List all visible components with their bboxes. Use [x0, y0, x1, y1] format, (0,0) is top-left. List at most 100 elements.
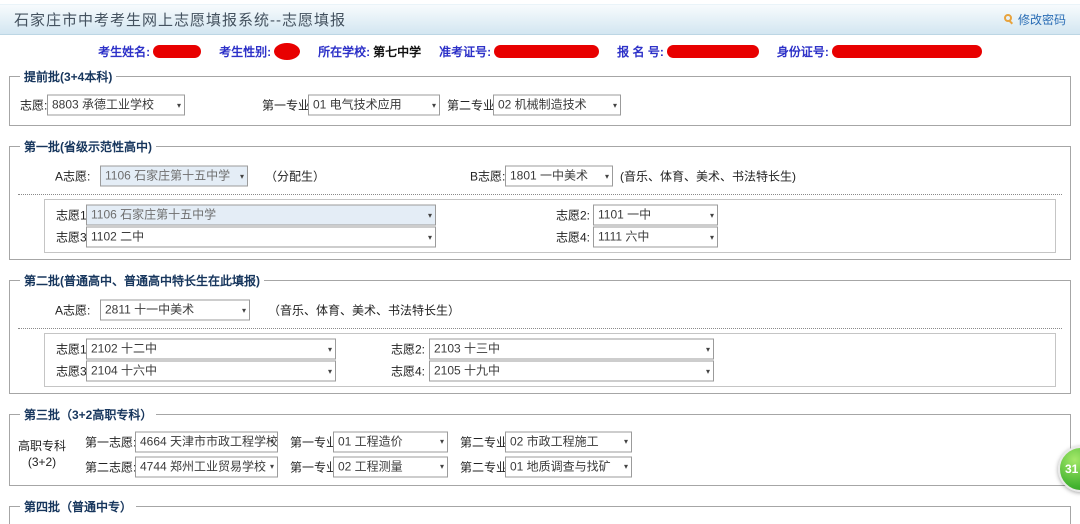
second-wish-select[interactable]: 4744 郑州工业贸易学校 ▾	[135, 456, 278, 477]
redaction-mark	[153, 45, 201, 58]
advance-wish-value: 8803 承德工业学校	[48, 96, 184, 115]
key-icon	[1004, 14, 1015, 25]
first-batch-legend: 第一批(省级示范性高中)	[20, 138, 156, 155]
second-batch-a-row: A志愿: 2811 十一中美术 ▾ （音乐、体育、美术、书法特长生）	[16, 295, 1064, 325]
title-bar: 石家庄市中考考生网上志愿填报系统--志愿填报 修改密码	[0, 4, 1080, 35]
wish-row-1: 志愿1: 1106 石家庄第十五中学 ▾ 志愿2: 1101 一中 ▾	[45, 204, 1055, 226]
wish1-select[interactable]: 2102 十二中 ▾	[86, 339, 336, 360]
wish3-select[interactable]: 1102 二中 ▾	[86, 227, 436, 248]
first-wish-value: 4664 天津市市政工程学校	[136, 432, 277, 451]
fourth-batch-section: 第四批（普通中专） 普通中专 志愿: 4204 辽宁省大连市轻工业学校 ▾ 第一…	[9, 498, 1071, 524]
chevron-down-icon: ▾	[328, 345, 332, 354]
advance-major1-value: 01 电气技术应用	[309, 96, 439, 115]
wish1-value: 1106 石家庄第十五中学	[87, 206, 435, 225]
wish2-label: 志愿2:	[391, 341, 425, 358]
advance-major2-select[interactable]: 02 机械制造技术 ▾	[493, 95, 621, 116]
wish4-select[interactable]: 1111 六中 ▾	[593, 227, 718, 248]
wish3-label: 志愿3:	[56, 363, 90, 380]
chevron-down-icon: ▾	[440, 462, 444, 471]
first-batch-ab-row: A志愿: 1106 石家庄第十五中学 ▾ （分配生） B志愿: 1801 一中美…	[16, 161, 1064, 191]
wish1-select[interactable]: 1106 石家庄第十五中学 ▾	[86, 205, 436, 226]
student-school-group: 所在学校: 第七中学	[318, 43, 421, 60]
wish-a-select[interactable]: 2811 十一中美术 ▾	[100, 300, 250, 321]
redaction-mark	[494, 45, 599, 58]
first-batch-section: 第一批(省级示范性高中) A志愿: 1106 石家庄第十五中学 ▾ （分配生） …	[9, 138, 1071, 260]
badge-count: 31	[1065, 462, 1078, 476]
second-batch-legend: 第二批(普通高中、普通高中特长生在此填报)	[20, 272, 264, 289]
dotted-divider	[18, 194, 1062, 195]
major2-label: 第二专业:	[460, 458, 511, 475]
major2-select[interactable]: 01 地质调查与找矿 ▾	[505, 456, 632, 477]
second-batch-wish-box: 志愿1: 2102 十二中 ▾ 志愿2: 2103 十三中 ▾ 志愿3: 210…	[44, 333, 1056, 387]
second-wish-value: 4744 郑州工业贸易学校	[136, 457, 277, 476]
major1-value: 01 工程造价	[334, 432, 447, 451]
chevron-down-icon: ▾	[177, 101, 181, 110]
wish-a-note: （分配生）	[265, 168, 325, 185]
major2-select[interactable]: 02 市政工程施工 ▾	[505, 431, 632, 452]
chevron-down-icon: ▾	[706, 367, 710, 376]
advance-major2-label: 第二专业:	[447, 97, 498, 114]
third-batch-row-1: 第一志愿: 4664 天津市市政工程学校 ▾ 第一专业: 01 工程造价 ▾ 第…	[16, 429, 1064, 454]
wish-b-note: (音乐、体育、美术、书法特长生)	[620, 168, 796, 185]
wish-row-1: 志愿1: 2102 十二中 ▾ 志愿2: 2103 十三中 ▾	[45, 338, 1055, 360]
wish-a-value: 1106 石家庄第十五中学	[101, 167, 247, 186]
third-batch-legend: 第三批（3+2高职专科）	[20, 406, 156, 423]
registration-number-label: 报 名 号:	[617, 43, 664, 60]
page-title: 石家庄市中考考生网上志愿填报系统--志愿填报	[14, 9, 346, 30]
wish-b-select[interactable]: 1801 一中美术 ▾	[505, 166, 613, 187]
wish-row-2: 志愿3: 2104 十六中 ▾ 志愿4: 2105 十九中 ▾	[45, 360, 1055, 382]
advance-major1-select[interactable]: 01 电气技术应用 ▾	[308, 95, 440, 116]
registration-number-group: 报 名 号:	[617, 43, 759, 60]
advance-major2-value: 02 机械制造技术	[494, 96, 620, 115]
wish3-value: 2104 十六中	[87, 362, 335, 381]
wish-a-select[interactable]: 1106 石家庄第十五中学 ▾	[100, 166, 248, 187]
chevron-down-icon: ▾	[240, 172, 244, 181]
wish-row-2: 志愿3: 1102 二中 ▾ 志愿4: 1111 六中 ▾	[45, 226, 1055, 248]
chevron-down-icon: ▾	[270, 437, 274, 446]
advance-batch-section: 提前批(3+4本科) 志愿: 8803 承德工业学校 ▾ 第一专业: 01 电气…	[9, 68, 1071, 126]
change-password-link[interactable]: 修改密码	[1004, 11, 1066, 28]
wish-a-value: 2811 十一中美术	[101, 301, 249, 320]
wish4-select[interactable]: 2105 十九中 ▾	[429, 361, 714, 382]
chevron-down-icon: ▾	[432, 101, 436, 110]
student-school-label: 所在学校:	[318, 43, 370, 60]
change-password-label: 修改密码	[1018, 11, 1066, 28]
redaction-mark	[832, 45, 982, 58]
id-card-label: 身份证号:	[777, 43, 829, 60]
major1-select[interactable]: 01 工程造价 ▾	[333, 431, 448, 452]
advance-major1-label: 第一专业:	[262, 97, 313, 114]
first-wish-select[interactable]: 4664 天津市市政工程学校 ▾	[135, 431, 278, 452]
student-school-value: 第七中学	[373, 43, 421, 60]
wish2-select[interactable]: 2103 十三中 ▾	[429, 339, 714, 360]
wish-b-label: B志愿:	[470, 168, 505, 185]
wish-a-label: A志愿:	[55, 168, 90, 185]
chevron-down-icon: ▾	[710, 233, 714, 242]
first-wish-label: 第一志愿:	[85, 433, 136, 450]
chevron-down-icon: ▾	[613, 101, 617, 110]
major1-select[interactable]: 02 工程测量 ▾	[333, 456, 448, 477]
advance-batch-row: 志愿: 8803 承德工业学校 ▾ 第一专业: 01 电气技术应用 ▾ 第二专业…	[16, 91, 1064, 119]
wish2-value: 1101 一中	[594, 206, 717, 225]
redaction-mark	[667, 45, 759, 58]
first-batch-wish-box: 志愿1: 1106 石家庄第十五中学 ▾ 志愿2: 1101 一中 ▾ 志愿3:…	[44, 199, 1056, 253]
third-batch-rows: 高职专科 (3+2) 第一志愿: 4664 天津市市政工程学校 ▾ 第一专业: …	[16, 429, 1064, 479]
exam-ticket-label: 准考证号:	[439, 43, 491, 60]
wish3-select[interactable]: 2104 十六中 ▾	[86, 361, 336, 382]
advance-wish-label: 志愿:	[20, 97, 47, 114]
chevron-down-icon: ▾	[328, 367, 332, 376]
chevron-down-icon: ▾	[605, 172, 609, 181]
wish-b-value: 1801 一中美术	[506, 167, 612, 186]
wish3-value: 1102 二中	[87, 228, 435, 247]
advance-wish-select[interactable]: 8803 承德工业学校 ▾	[47, 95, 185, 116]
chevron-down-icon: ▾	[270, 462, 274, 471]
wish4-value: 1111 六中	[594, 228, 717, 247]
major1-value: 02 工程测量	[334, 457, 447, 476]
major2-value: 02 市政工程施工	[506, 432, 631, 451]
wish2-select[interactable]: 1101 一中 ▾	[593, 205, 718, 226]
chevron-down-icon: ▾	[706, 345, 710, 354]
major2-value: 01 地质调查与找矿	[506, 457, 631, 476]
wish2-label: 志愿2:	[556, 207, 590, 224]
wish-a-note: （音乐、体育、美术、书法特长生）	[268, 302, 460, 319]
student-name-label: 考生姓名:	[98, 43, 150, 60]
third-batch-section: 第三批（3+2高职专科） 高职专科 (3+2) 第一志愿: 4664 天津市市政…	[9, 406, 1071, 486]
